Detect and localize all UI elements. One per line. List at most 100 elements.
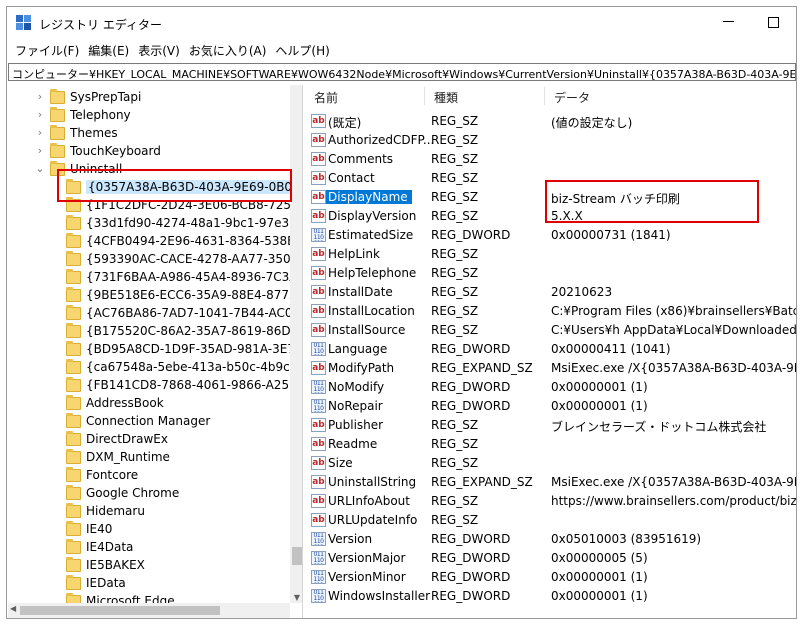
- value-row[interactable]: 011110011VersionMinor REG_DWORD 0x00000001…: [306, 568, 796, 587]
- value-type: REG_SZ: [431, 133, 479, 147]
- tree-item[interactable]: Hidemaru: [8, 503, 290, 521]
- value-data: ブレインセラーズ・ドットコム株式会社: [551, 420, 767, 434]
- tree-item[interactable]: {BD95A8CD-1D9F-35AD-981A-3E79250: [8, 341, 302, 359]
- tree-item[interactable]: {593390AC-CACE-4278-AA77-350012B: [8, 251, 302, 269]
- address-bar[interactable]: コンピューター¥HKEY_LOCAL_MACHINE¥SOFTWARE¥WOW6…: [8, 63, 796, 81]
- value-row[interactable]: 011110011Version REG_DWORD 0x05010003 (839…: [306, 530, 796, 549]
- value-row[interactable]: 011110011Language REG_DWORD 0x00000411 (10…: [306, 340, 796, 359]
- chevron-right-icon[interactable]: ›: [34, 109, 46, 121]
- chevron-right-icon[interactable]: ›: [34, 127, 46, 139]
- value-row[interactable]: ab InstallSource REG_SZ C:¥Users¥h AppData¥…: [306, 321, 796, 340]
- binary-value-icon: 011110011: [311, 551, 326, 565]
- tree-horizontal-scrollbar[interactable]: ◀: [8, 603, 290, 618]
- tree-item[interactable]: › Themes: [8, 125, 290, 143]
- column-separator[interactable]: [424, 87, 425, 105]
- value-row[interactable]: 011110011NoModify REG_DWORD 0x00000001 (1): [306, 378, 796, 397]
- tree-item[interactable]: {4CFB0494-2E96-4631-8364-538E2AA9: [8, 233, 302, 251]
- tree-item[interactable]: IEData: [8, 575, 290, 593]
- value-row[interactable]: ab (既定) REG_SZ (値の設定なし): [306, 112, 796, 131]
- tree-item[interactable]: {9BE518E6-ECC6-35A9-88E4-87755C07: [8, 287, 302, 305]
- tree-item-label: AddressBook: [86, 396, 164, 410]
- value-row[interactable]: ab AuthorizedCDFP... REG_SZ: [306, 131, 796, 150]
- menu-item[interactable]: ファイル(F): [12, 40, 85, 60]
- string-value-icon: ab: [311, 475, 326, 489]
- value-name: InstallDate: [328, 285, 393, 299]
- minimize-icon[interactable]: [719, 12, 739, 32]
- column-header-type[interactable]: 種類: [434, 89, 458, 106]
- value-row[interactable]: ab HelpLink REG_SZ: [306, 245, 796, 264]
- maximize-icon[interactable]: [763, 12, 783, 32]
- tree-item[interactable]: DXM_Runtime: [8, 449, 290, 467]
- tree-item[interactable]: Fontcore: [8, 467, 290, 485]
- scroll-left-icon[interactable]: ◀: [10, 604, 16, 613]
- tree-item[interactable]: {B175520C-86A2-35A7-8619-86DC3796: [8, 323, 302, 341]
- scroll-down-icon[interactable]: ▼: [290, 593, 302, 603]
- value-row[interactable]: ab ModifyPath REG_EXPAND_SZ MsiExec.exe /X{…: [306, 359, 796, 378]
- string-value-icon: ab: [311, 152, 326, 166]
- value-row[interactable]: 011110011NoRepair REG_DWORD 0x00000001 (1): [306, 397, 796, 416]
- tree-item[interactable]: {731F6BAA-A986-45A4-8936-7C3AAAA: [8, 269, 302, 287]
- tree-item[interactable]: › TouchKeyboard: [8, 143, 290, 161]
- value-row[interactable]: ab UninstallString REG_EXPAND_SZ MsiExec.ex…: [306, 473, 796, 492]
- value-row[interactable]: 011110011EstimatedSize REG_DWORD 0x0000073…: [306, 226, 796, 245]
- value-row[interactable]: ab HelpTelephone REG_SZ: [306, 264, 796, 283]
- folder-icon: [66, 233, 81, 248]
- value-name: NoRepair: [328, 399, 383, 413]
- tree-item[interactable]: Google Chrome: [8, 485, 290, 503]
- value-row[interactable]: ab Readme REG_SZ: [306, 435, 796, 454]
- column-header-data[interactable]: データ: [554, 89, 590, 106]
- tree-item[interactable]: Connection Manager: [8, 413, 290, 431]
- tree-item[interactable]: › SysPrepTapi: [8, 89, 290, 107]
- value-row[interactable]: ab InstallDate REG_SZ 20210623: [306, 283, 796, 302]
- column-header-name[interactable]: 名前: [314, 89, 338, 106]
- tree-item[interactable]: › Telephony: [8, 107, 290, 125]
- value-name: Publisher: [328, 418, 384, 432]
- value-row[interactable]: ab InstallLocation REG_SZ C:¥Program Files …: [306, 302, 796, 321]
- tree-item[interactable]: {33d1fd90-4274-48a1-9bc1-97e33d9c2: [8, 215, 302, 233]
- value-row[interactable]: ab Comments REG_SZ: [306, 150, 796, 169]
- tree-item[interactable]: IE5BAKEX: [8, 557, 290, 575]
- string-value-icon: ab: [311, 209, 326, 223]
- menu-item[interactable]: ヘルプ(H): [272, 40, 335, 60]
- chevron-right-icon[interactable]: ›: [34, 145, 46, 157]
- binary-value-icon: 011110011: [311, 570, 326, 584]
- string-value-icon: ab: [311, 494, 326, 508]
- tree-item[interactable]: {ca67548a-5ebe-413a-b50c-4b9ceb6d: [8, 359, 302, 377]
- value-name: VersionMajor: [328, 551, 406, 565]
- folder-icon: [66, 395, 81, 410]
- menu-item[interactable]: 表示(V): [135, 40, 186, 60]
- string-value-icon: ab: [311, 171, 326, 185]
- values-pane[interactable]: 名前 種類 データ ab (既定) REG_SZ (値の設定なし) ab Authoriz…: [306, 85, 796, 618]
- tree-item[interactable]: {FB141CD8-7868-4061-9866-A253218B: [8, 377, 302, 395]
- value-row[interactable]: ab Publisher REG_SZ ブレインセラーズ・ドットコム株式会社: [306, 416, 796, 435]
- menu-item[interactable]: お気に入り(A): [186, 40, 273, 60]
- tree-scroll-thumb[interactable]: [292, 547, 302, 565]
- tree-item[interactable]: IE4Data: [8, 539, 290, 557]
- value-name: Version: [328, 532, 373, 546]
- tree-hscroll-thumb[interactable]: [20, 606, 220, 615]
- tree-item[interactable]: {AC76BA86-7AD7-1041-7B44-AC0F074: [8, 305, 302, 323]
- tree-item[interactable]: DirectDrawEx: [8, 431, 290, 449]
- tree-item-label: DirectDrawEx: [86, 432, 168, 446]
- folder-icon: [66, 575, 81, 590]
- value-row[interactable]: ab URLUpdateInfo REG_SZ: [306, 511, 796, 530]
- value-data: 0x00000411 (1041): [551, 342, 671, 356]
- value-type: REG_SZ: [431, 152, 479, 166]
- column-separator[interactable]: [544, 87, 545, 105]
- value-row[interactable]: 011110011WindowsInstallerREG_DWORD 0x0000…: [306, 587, 796, 606]
- tree-item[interactable]: IE40: [8, 521, 290, 539]
- folder-icon: [66, 215, 81, 230]
- tree-item[interactable]: AddressBook: [8, 395, 290, 413]
- key-tree-pane[interactable]: Microsoft Edge IEData IE5BAKEX IE4Data IE40 H…: [8, 85, 303, 618]
- tree-vertical-scrollbar[interactable]: ▼: [290, 85, 302, 603]
- value-name: UninstallString: [328, 475, 417, 489]
- value-row[interactable]: ab URLInfoAbout REG_SZ https://www.brainsel…: [306, 492, 796, 511]
- chevron-down-icon[interactable]: ⌄: [34, 163, 46, 175]
- menu-item[interactable]: 編集(E): [85, 40, 135, 60]
- folder-icon: [66, 359, 81, 374]
- value-row[interactable]: ab Size REG_SZ: [306, 454, 796, 473]
- value-row[interactable]: 011110011VersionMajor REG_DWORD 0x00000005…: [306, 549, 796, 568]
- value-type: REG_DWORD: [431, 342, 511, 356]
- value-name: EstimatedSize: [328, 228, 414, 242]
- chevron-right-icon[interactable]: ›: [34, 91, 46, 103]
